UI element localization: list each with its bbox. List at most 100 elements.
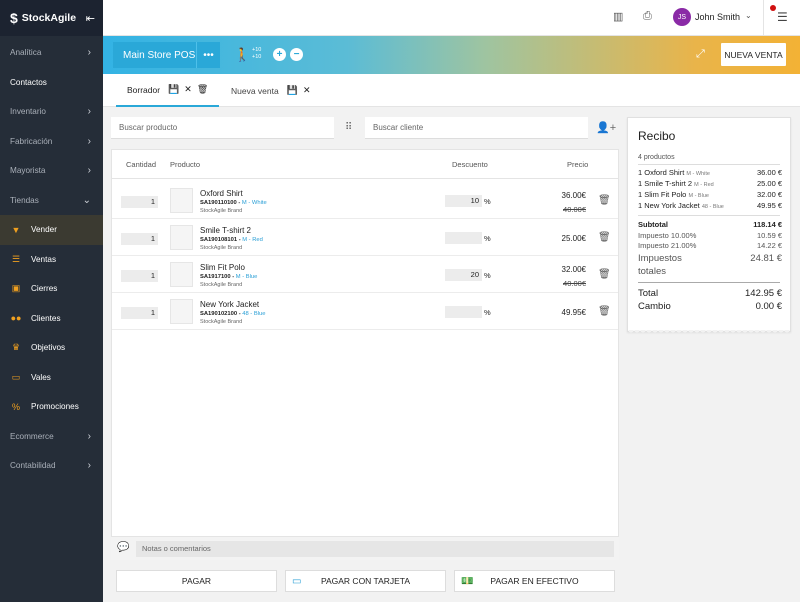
receipt-item-variant: M - Blue: [688, 193, 709, 199]
discount-input[interactable]: [445, 232, 482, 244]
delete-icon[interactable]: 🗑: [598, 195, 611, 206]
increment-button[interactable]: +: [273, 48, 286, 61]
product-thumbnail: [170, 188, 193, 213]
table-row[interactable]: 1 Smile T-shirt 2 SA190108101 - M - Red …: [112, 219, 618, 256]
divider: [638, 215, 780, 216]
sidebar-item-vales[interactable]: ▭ Vales: [0, 363, 103, 393]
sidebar-item-contactos[interactable]: Contactos: [0, 68, 103, 98]
sidebar-item-inventario[interactable]: Inventario ›: [0, 97, 103, 127]
people-icon: ●●: [10, 313, 22, 324]
quantity-input[interactable]: 1: [121, 196, 158, 208]
quantity-input[interactable]: 1: [121, 307, 158, 319]
sidebar-item-label: Ecommerce: [10, 431, 54, 441]
grid-view-icon[interactable]: ⠿: [345, 122, 352, 133]
barcode-scanner-icon[interactable]: ▥: [613, 10, 623, 23]
discount-input[interactable]: 20: [445, 269, 482, 281]
quantity-input[interactable]: 1: [121, 233, 158, 245]
product-name: Oxford Shirt: [200, 189, 243, 198]
sidebar-item-label: Ventas: [31, 254, 57, 264]
sidebar: $ StockAgile ⇤ Analítica › Contactos Inve…: [0, 0, 103, 602]
sidebar-item-label: Vender: [31, 225, 57, 235]
receipt-change: Cambio 0.00 €: [638, 301, 782, 312]
change-amount: 0.00 €: [755, 301, 782, 312]
receipt-item-qty: 1: [638, 201, 643, 210]
save-icon[interactable]: 💾: [287, 85, 298, 96]
sidebar-item-tiendas[interactable]: Tiendas ⌄: [0, 186, 103, 216]
discount-input[interactable]: [445, 306, 482, 318]
trash-icon[interactable]: 🗑: [197, 84, 208, 95]
table-row[interactable]: 1 Oxford Shirt SA190110100 - M - White S…: [112, 182, 618, 219]
sidebar-item-promociones[interactable]: % Promociones: [0, 392, 103, 422]
sidebar-item-ventas[interactable]: ☰ Ventas: [0, 245, 103, 275]
client-search-input[interactable]: Buscar cliente: [365, 117, 588, 139]
decrement-button[interactable]: −: [290, 48, 303, 61]
product-brand: StockAgile Brand: [200, 245, 243, 251]
percent-symbol: %: [484, 308, 491, 317]
chevron-down-icon[interactable]: ⌄: [745, 11, 752, 20]
product-search-input[interactable]: Buscar producto: [111, 117, 334, 139]
pay-card-button[interactable]: ▭ PAGAR CON TARJETA: [285, 570, 446, 592]
product-name: Smile T-shirt 2: [200, 226, 251, 235]
sidebar-item-analitica[interactable]: Analítica ›: [0, 38, 103, 68]
fullscreen-icon[interactable]: ⤢: [696, 48, 705, 61]
store-bar: Main Store POS ••• 🚶 +10 +10 + − ⤢ NUEVA…: [103, 36, 800, 74]
close-icon[interactable]: ✕: [303, 85, 311, 96]
table-row[interactable]: 1 Slim Fit Polo SA1917100 - M - Blue Sto…: [112, 256, 618, 293]
chevron-right-icon: ›: [87, 460, 91, 472]
delete-icon[interactable]: 🗑: [598, 306, 611, 317]
tax-label: Impuesto 21.00%: [638, 241, 697, 250]
delete-icon[interactable]: 🗑: [598, 269, 611, 280]
add-client-icon[interactable]: 👤+: [596, 121, 616, 134]
receipt-item-variant: M - White: [686, 171, 710, 177]
chevron-down-icon: ⌄: [82, 194, 91, 206]
user-name[interactable]: John Smith: [695, 12, 740, 22]
column-header-price: Precio: [567, 160, 589, 169]
delete-icon[interactable]: 🗑: [598, 232, 611, 243]
tab-nueva-venta[interactable]: Nueva venta 💾 ✕: [231, 74, 311, 107]
store-selector[interactable]: Main Store POS: [113, 42, 206, 68]
notifications-menu-icon[interactable]: ☰: [777, 10, 788, 24]
new-sale-button[interactable]: NUEVA VENTA: [721, 43, 786, 66]
pay-button[interactable]: PAGAR: [116, 570, 277, 592]
receipt-tax-row: Impuesto 21.00% 14.22 €: [638, 241, 782, 250]
more-options-icon[interactable]: •••: [196, 42, 220, 68]
product-sku: SA190110100 - M - White: [200, 200, 267, 206]
product-thumbnail: [170, 262, 193, 287]
sidebar-item-contabilidad[interactable]: Contabilidad ›: [0, 451, 103, 481]
receipt-title: Recibo: [638, 129, 676, 143]
sidebar-item-ecommerce[interactable]: Ecommerce ›: [0, 422, 103, 452]
printer-status-icon[interactable]: ⎙: [643, 10, 652, 23]
sidebar-item-fabricacion[interactable]: Fabricación ›: [0, 127, 103, 157]
receipt-tax-total: Impuestos totales 24.81 €: [638, 252, 782, 278]
sidebar-item-cierres[interactable]: ▣ Cierres: [0, 274, 103, 304]
avatar[interactable]: JS: [673, 8, 691, 26]
brand-name: StockAgile: [21, 12, 77, 24]
notes-bar: 💬 Notas o comentarios: [111, 536, 619, 560]
discount-input[interactable]: 10: [445, 195, 482, 207]
pay-cash-button[interactable]: 💵 PAGAR EN EFECTIVO: [454, 570, 615, 592]
sidebar-item-vender[interactable]: ▼ Vender: [0, 215, 103, 245]
sidebar-item-objetivos[interactable]: ♛ Objetivos: [0, 333, 103, 363]
collapse-sidebar-icon[interactable]: ⇤: [86, 12, 95, 25]
percent-symbol: %: [484, 271, 491, 280]
quantity-input[interactable]: 1: [121, 270, 158, 282]
total-label: Total: [638, 288, 659, 299]
receipt-subtotal: Subtotal 118.14 €: [638, 220, 782, 229]
chevron-right-icon: ›: [87, 106, 91, 118]
receipt-item-amount: 49.95 €: [756, 201, 782, 210]
divider: [638, 282, 780, 283]
close-icon[interactable]: ✕: [184, 84, 192, 95]
table-row[interactable]: 1 New York Jacket SA190102100 - 48 - Blu…: [112, 293, 618, 330]
percent-icon: %: [11, 401, 20, 412]
sidebar-item-clientes[interactable]: ●● Clientes: [0, 304, 103, 334]
sidebar-item-mayorista[interactable]: Mayorista ›: [0, 156, 103, 186]
sale-tabs: Borrador 💾 ✕ 🗑 Nueva venta 💾 ✕: [103, 74, 800, 107]
sku-code: SA190102100: [200, 311, 238, 317]
price: 32.00€: [561, 265, 586, 274]
notes-input[interactable]: Notas o comentarios: [136, 541, 614, 557]
sidebar-item-label: Contactos: [10, 77, 47, 87]
save-icon[interactable]: 💾: [168, 84, 179, 95]
subtotal-amount: 118.14 €: [753, 220, 782, 229]
receipt-item-name: New York Jacket: [644, 201, 700, 210]
tab-borrador[interactable]: Borrador 💾 ✕ 🗑: [116, 74, 220, 107]
